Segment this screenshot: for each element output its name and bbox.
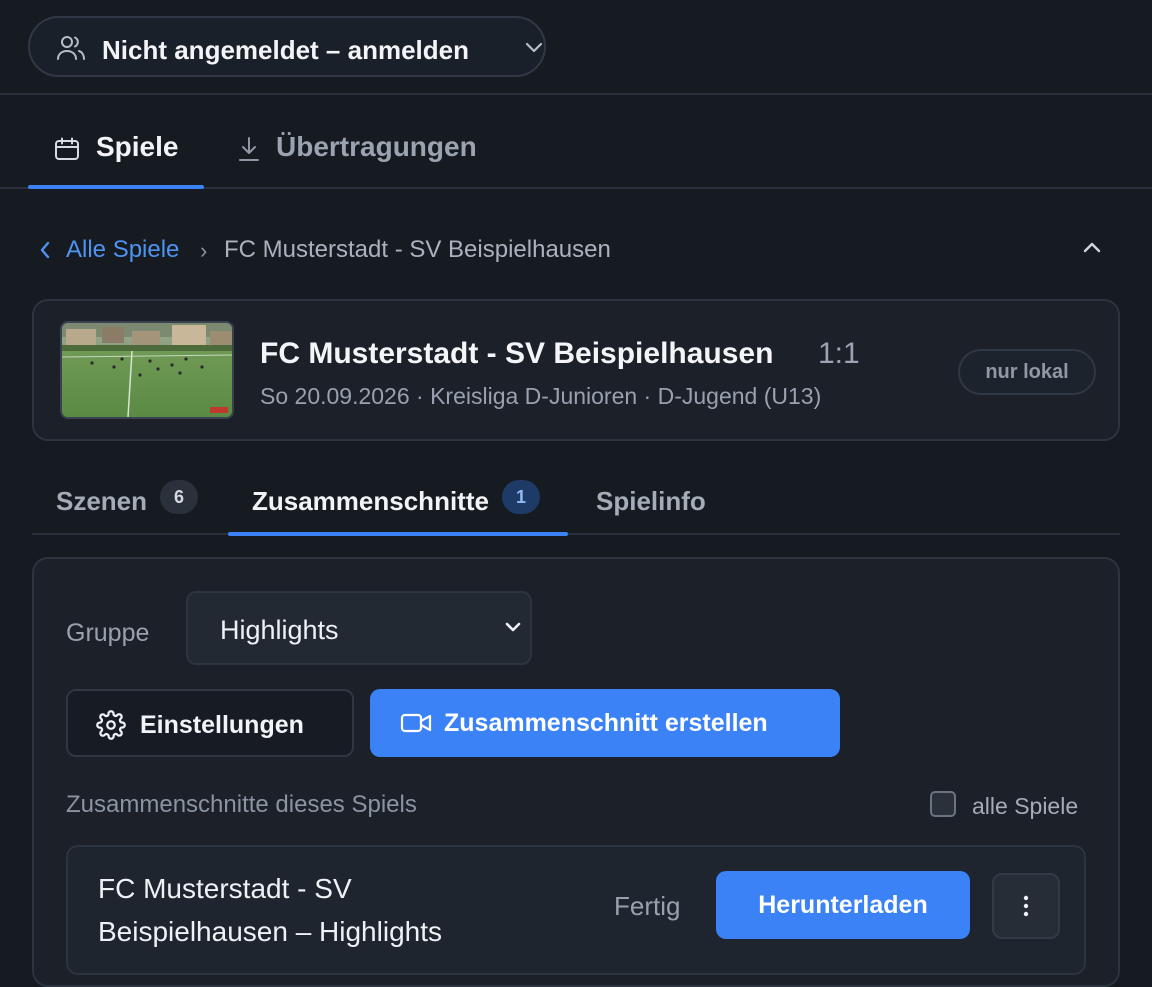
more-options-button[interactable] — [992, 873, 1060, 939]
match-thumbnail — [60, 321, 234, 419]
active-tab-indicator — [28, 185, 204, 189]
back-label: Alle Spiele — [66, 236, 180, 263]
count-badge: 6 — [160, 480, 198, 514]
highlights-panel: Gruppe Highlights Einstellungen Zusammen… — [32, 557, 1120, 987]
tab-spiele[interactable]: Spiele — [28, 95, 204, 189]
create-label: Zusammenschnitt erstellen — [444, 709, 768, 737]
calendar-icon — [54, 137, 80, 161]
tab-label: Zusammenschnitte — [252, 486, 489, 516]
group-select[interactable]: Highlights — [186, 591, 532, 665]
top-bar: Nicht angemeldet – anmelden — [0, 0, 1152, 95]
download-icon — [238, 136, 260, 162]
download-button[interactable]: Herunterladen — [716, 871, 970, 939]
gear-icon — [96, 710, 126, 740]
list-heading: Zusammenschnitte dieses Spiels — [66, 791, 417, 818]
breadcrumb-separator: › — [200, 238, 208, 263]
checkbox[interactable] — [930, 791, 956, 817]
highlight-name: FC Musterstadt - SV Beispielhausen – Hig… — [98, 873, 442, 947]
tab-uebertragungen[interactable]: Übertragungen — [230, 95, 510, 187]
more-vertical-icon — [1023, 895, 1029, 917]
breadcrumb: Alle Spiele › FC Musterstadt - SV Beispi… — [38, 232, 1118, 268]
tab-zusammenschnitte[interactable]: Zusammenschnitte 1 — [228, 470, 568, 536]
group-label: Gruppe — [66, 619, 150, 647]
video-camera-icon — [400, 710, 432, 736]
count-badge: 1 — [502, 480, 540, 514]
users-icon — [56, 34, 86, 62]
tab-spielinfo[interactable]: Spielinfo — [572, 470, 732, 533]
group-select-value: Highlights — [220, 615, 339, 645]
settings-button[interactable]: Einstellungen — [66, 689, 354, 757]
local-only-badge: nur lokal — [958, 349, 1096, 395]
list-item: FC Musterstadt - SV Beispielhausen – Hig… — [66, 845, 1086, 975]
main-tabs: Spiele Übertragungen — [0, 95, 1152, 189]
breadcrumb-current: FC Musterstadt - SV Beispielhausen — [224, 236, 611, 263]
create-highlight-button[interactable]: Zusammenschnitt erstellen — [370, 689, 840, 757]
status-text: Fertig — [614, 891, 681, 921]
all-games-label: alle Spiele — [972, 793, 1079, 819]
chevron-down-icon — [524, 40, 544, 54]
match-card: FC Musterstadt - SV Beispielhausen 1:1 S… — [32, 299, 1120, 441]
sub-tabs: Szenen 6 Zusammenschnitte 1 Spielinfo — [32, 470, 1120, 536]
match-title: FC Musterstadt - SV Beispielhausen — [260, 337, 774, 370]
tab-szenen[interactable]: Szenen 6 — [32, 470, 212, 533]
chevron-up-icon[interactable] — [1082, 240, 1102, 254]
active-tab-indicator — [228, 532, 568, 536]
tab-label: Spiele — [96, 131, 179, 162]
match-score: 1:1 — [818, 337, 860, 370]
back-to-all-games-link[interactable]: Alle Spiele — [38, 236, 179, 264]
account-login-button[interactable]: Nicht angemeldet – anmelden — [28, 16, 546, 77]
tab-label: Spielinfo — [596, 486, 706, 516]
tab-label: Szenen — [56, 486, 148, 516]
account-label: Nicht angemeldet – anmelden — [102, 35, 469, 65]
settings-label: Einstellungen — [140, 711, 304, 739]
tab-label: Übertragungen — [276, 131, 477, 162]
match-meta: So 20.09.2026 · Kreisliga D-Junioren · D… — [260, 383, 822, 409]
chevron-down-icon — [504, 621, 522, 633]
chevron-left-icon — [38, 240, 52, 260]
